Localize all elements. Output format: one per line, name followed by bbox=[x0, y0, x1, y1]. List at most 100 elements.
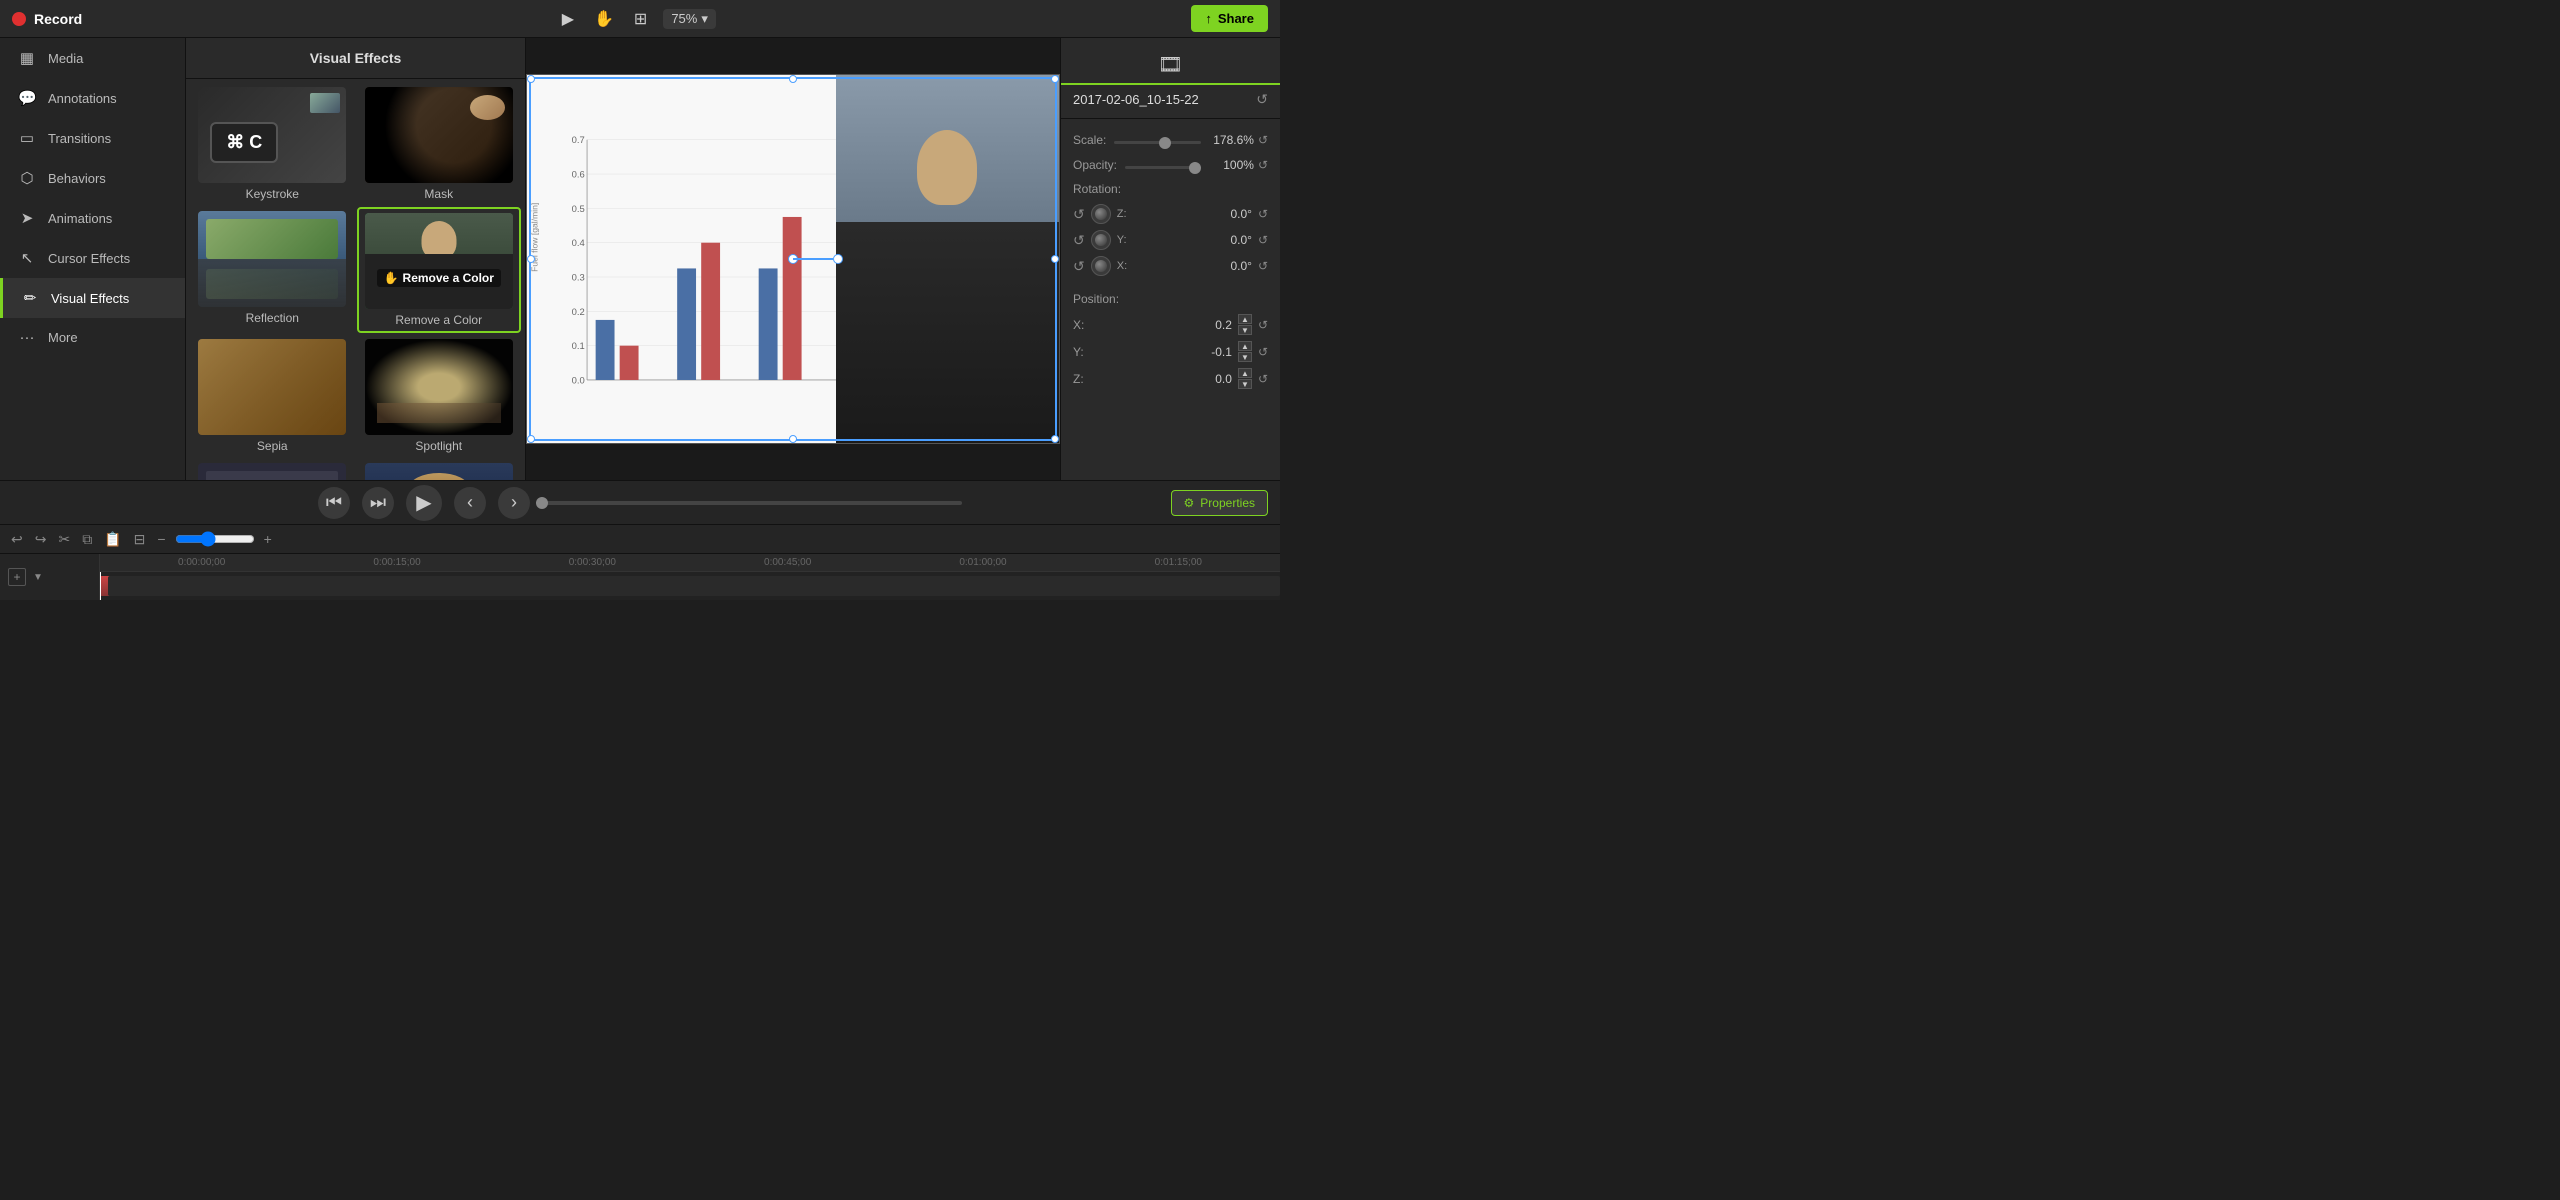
next-frame-button[interactable]: › bbox=[498, 487, 530, 519]
position-z-stepper: ▲ ▼ bbox=[1238, 368, 1252, 389]
share-button[interactable]: ↑ Share bbox=[1191, 5, 1268, 32]
time-mark-1: 0:00:15;00 bbox=[299, 557, 494, 568]
sidebar-label-visual-effects: Visual Effects bbox=[51, 291, 129, 306]
step-forward-button[interactable]: ⏭ bbox=[362, 487, 394, 519]
rotation-x-row: ↺ X: 0.0° ↺ bbox=[1061, 253, 1280, 279]
props-tab-row: 🎞 bbox=[1061, 46, 1280, 85]
rotation-x-ccw[interactable]: ↺ bbox=[1073, 258, 1085, 275]
tl-track-background bbox=[108, 576, 1280, 596]
transitions-icon: ▭ bbox=[18, 129, 36, 147]
props-filename: 2017-02-06_10-15-22 bbox=[1073, 92, 1199, 107]
position-y-reset[interactable]: ↺ bbox=[1258, 345, 1268, 359]
sidebar-item-media[interactable]: ▦ Media bbox=[0, 38, 185, 78]
opacity-reset-icon[interactable]: ↺ bbox=[1258, 158, 1268, 172]
step-back-button[interactable]: ⏮ bbox=[318, 487, 350, 519]
position-x-up[interactable]: ▲ bbox=[1238, 314, 1252, 324]
effect-item8[interactable] bbox=[357, 459, 522, 480]
tl-track[interactable] bbox=[100, 572, 1280, 600]
item7-thumb: ≡ Interface bbox=[198, 463, 346, 480]
prev-frame-button[interactable]: ‹ bbox=[454, 487, 486, 519]
rotation-x-reset[interactable]: ↺ bbox=[1258, 259, 1268, 273]
position-y-down[interactable]: ▼ bbox=[1238, 352, 1252, 362]
zoom-selector[interactable]: 75% ▾ bbox=[663, 9, 716, 29]
tl-copy[interactable]: ⧉ bbox=[79, 529, 95, 550]
position-z-down[interactable]: ▼ bbox=[1238, 379, 1252, 389]
timeline-area: ↩ ↪ ✂ ⧉ 📋 ⊟ − + + ▼ 0:00:00;00 0:00:15;0… bbox=[0, 524, 1280, 600]
tl-split[interactable]: ⊟ bbox=[131, 529, 149, 550]
tl-add-track[interactable]: + bbox=[8, 568, 26, 586]
tl-collapse[interactable]: ▼ bbox=[30, 570, 46, 585]
tl-zoom-in[interactable]: + bbox=[261, 529, 275, 549]
svg-text:0.2: 0.2 bbox=[572, 306, 585, 317]
rotation-y-ccw[interactable]: ↺ bbox=[1073, 232, 1085, 249]
canvas-wrapper: 0.7 0.6 0.5 0.4 0.3 0.2 0.1 0.0 Fuel flo… bbox=[526, 74, 1060, 444]
hand-tool-btn[interactable]: ✋ bbox=[590, 7, 618, 31]
position-z-reset[interactable]: ↺ bbox=[1258, 372, 1268, 386]
sepia-label: Sepia bbox=[257, 439, 288, 453]
crop-tool-btn[interactable]: ⊞ bbox=[630, 7, 651, 31]
props-header: 2017-02-06_10-15-22 ↺ bbox=[1061, 85, 1280, 119]
tl-ruler: 0:00:00;00 0:00:15;00 0:00:30;00 0:00:45… bbox=[100, 554, 1280, 572]
position-x-reset[interactable]: ↺ bbox=[1258, 318, 1268, 332]
playback-progress[interactable] bbox=[542, 501, 962, 505]
tl-zoom-slider[interactable] bbox=[175, 531, 255, 547]
svg-text:0.1: 0.1 bbox=[572, 340, 585, 351]
sidebar-label-cursor-effects: Cursor Effects bbox=[48, 251, 130, 266]
share-label: Share bbox=[1218, 11, 1254, 26]
position-x-down[interactable]: ▼ bbox=[1238, 325, 1252, 335]
effect-reflection[interactable]: Reflection bbox=[190, 207, 355, 333]
opacity-slider-wrap bbox=[1125, 157, 1201, 172]
scale-value: 178.6% bbox=[1209, 133, 1254, 147]
sidebar-item-annotations[interactable]: 💬 Annotations bbox=[0, 78, 185, 118]
position-z-up[interactable]: ▲ bbox=[1238, 368, 1252, 378]
rotation-z-axis: Z: bbox=[1117, 208, 1127, 220]
timeline-toolbar: ↩ ↪ ✂ ⧉ 📋 ⊟ − + bbox=[0, 525, 1280, 554]
person-in-thumb bbox=[365, 213, 513, 309]
opacity-label: Opacity: bbox=[1073, 158, 1117, 172]
effect-item7[interactable]: ≡ Interface bbox=[190, 459, 355, 480]
properties-button[interactable]: ⚙ Properties bbox=[1171, 490, 1268, 516]
sidebar-item-animations[interactable]: ➤ Animations bbox=[0, 198, 185, 238]
effect-keystroke[interactable]: ⌘ C Keystroke bbox=[190, 83, 355, 205]
tl-cut[interactable]: ✂ bbox=[55, 529, 73, 550]
scale-reset-icon[interactable]: ↺ bbox=[1258, 133, 1268, 147]
spotlight-thumb bbox=[365, 339, 513, 435]
more-icon: ··· bbox=[18, 329, 36, 346]
rotation-z-circle bbox=[1091, 204, 1111, 224]
tl-undo[interactable]: ↩ bbox=[8, 529, 26, 550]
play-button[interactable]: ▶ bbox=[406, 485, 442, 521]
sidebar-item-behaviors[interactable]: ⬡ Behaviors bbox=[0, 158, 185, 198]
rotation-y-reset[interactable]: ↺ bbox=[1258, 233, 1268, 247]
properties-btn-label: Properties bbox=[1200, 496, 1255, 510]
rotation-y-row: ↺ Y: 0.0° ↺ bbox=[1061, 227, 1280, 253]
sidebar-item-visual-effects[interactable]: ✏ Visual Effects bbox=[0, 278, 185, 318]
sidebar-item-more[interactable]: ··· More bbox=[0, 318, 185, 357]
opacity-slider[interactable] bbox=[1125, 166, 1201, 169]
rotation-x-axis: X: bbox=[1117, 260, 1127, 272]
position-y-up[interactable]: ▲ bbox=[1238, 341, 1252, 351]
sidebar-item-cursor-effects[interactable]: ↖ Cursor Effects bbox=[0, 238, 185, 278]
tl-zoom-out[interactable]: − bbox=[154, 529, 168, 549]
effect-spotlight[interactable]: Spotlight bbox=[357, 335, 522, 457]
playhead[interactable] bbox=[100, 572, 101, 600]
rotation-y-axis: Y: bbox=[1117, 234, 1127, 246]
position-y-row: Y: -0.1 ▲ ▼ ↺ bbox=[1061, 338, 1280, 365]
sidebar-item-transitions[interactable]: ▭ Transitions bbox=[0, 118, 185, 158]
scale-slider[interactable] bbox=[1114, 141, 1201, 144]
effect-sepia[interactable]: Sepia bbox=[190, 335, 355, 457]
tl-track-area: 0:00:00;00 0:00:15;00 0:00:30;00 0:00:45… bbox=[100, 554, 1280, 600]
rotation-row-label: Rotation: bbox=[1061, 177, 1280, 201]
props-refresh-icon[interactable]: ↺ bbox=[1256, 91, 1268, 108]
effect-remove-color[interactable]: ✋ Remove a Color Remove a Color bbox=[357, 207, 522, 333]
rotation-z-reset[interactable]: ↺ bbox=[1258, 207, 1268, 221]
cursor-tool-btn[interactable]: ▶ bbox=[558, 7, 578, 31]
tl-redo[interactable]: ↪ bbox=[32, 529, 50, 550]
effect-mask[interactable]: Mask bbox=[357, 83, 522, 205]
progress-thumb[interactable] bbox=[536, 497, 548, 509]
position-label: Position: bbox=[1073, 292, 1119, 306]
effects-title: Visual Effects bbox=[186, 38, 525, 79]
tl-paste[interactable]: 📋 bbox=[101, 529, 124, 550]
rotation-label: Rotation: bbox=[1073, 182, 1121, 196]
svg-text:0.0: 0.0 bbox=[572, 374, 585, 385]
rotation-z-ccw[interactable]: ↺ bbox=[1073, 206, 1085, 223]
